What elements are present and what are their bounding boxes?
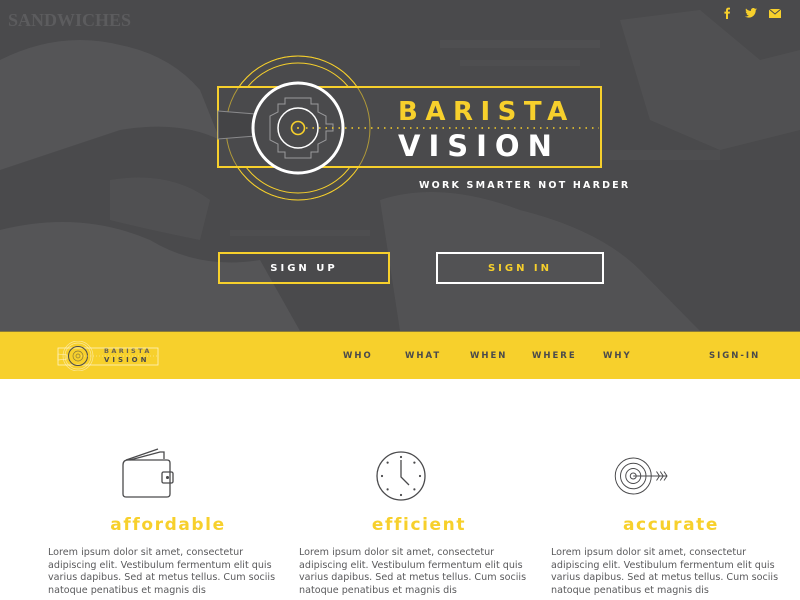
twitter-icon[interactable] [744, 6, 758, 20]
nav-item-who[interactable]: WHO [343, 351, 373, 361]
tagline: WORK SMARTER NOT HARDER [419, 180, 631, 191]
brand-name-line2: VISION [398, 129, 560, 163]
sign-up-button[interactable]: SIGN UP [218, 252, 390, 284]
nav-item-where[interactable]: WHERE [532, 351, 577, 361]
hero-section: SANDWICHES BARISTA VISION WORK SMARTER N… [0, 0, 800, 331]
feature-description: Lorem ipsum dolor sit amet, consectetur … [299, 547, 527, 596]
feature-title: affordable [110, 515, 226, 535]
svg-text:SANDWICHES: SANDWICHES [8, 10, 131, 30]
nav-sign-in-link[interactable]: SIGN-IN [709, 351, 760, 361]
wallet-icon [122, 448, 174, 498]
facebook-icon[interactable] [720, 6, 734, 20]
nav-item-what[interactable]: WHAT [405, 351, 441, 361]
clock-icon [376, 451, 426, 501]
target-icon [614, 457, 668, 495]
social-links [720, 6, 782, 20]
nav-item-why[interactable]: WHY [603, 351, 632, 361]
email-icon[interactable] [768, 6, 782, 20]
feature-description: Lorem ipsum dolor sit amet, consectetur … [551, 547, 779, 596]
nav-logo-line1: BARISTA [104, 347, 152, 355]
sign-in-button[interactable]: SIGN IN [436, 252, 604, 284]
brand-name-line1: BARISTA [398, 97, 575, 127]
feature-title: accurate [622, 515, 720, 535]
feature-title: efficient [371, 515, 467, 535]
feature-description: Lorem ipsum dolor sit amet, consectetur … [48, 547, 276, 596]
navbar: BARISTA VISION WHO WHAT WHEN WHERE WHY S… [0, 331, 800, 379]
nav-logo-line2: VISION [104, 356, 150, 364]
nav-item-when[interactable]: WHEN [470, 351, 507, 361]
